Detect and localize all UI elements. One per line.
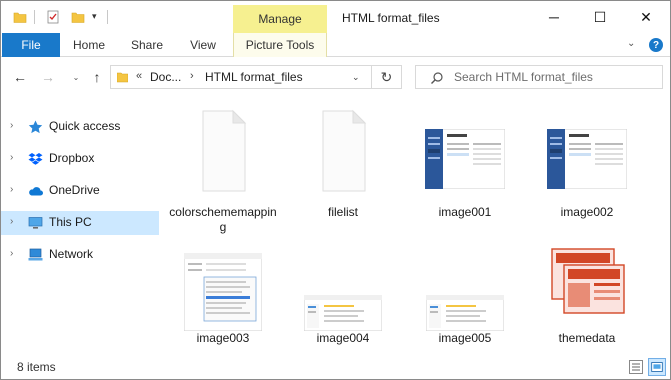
search-icon <box>431 72 443 84</box>
tab-share[interactable]: Share <box>121 33 173 57</box>
item-count: 8 items <box>17 360 56 374</box>
expand-chevron-icon[interactable]: › <box>10 248 13 259</box>
address-dropdown-icon[interactable]: ⌄ <box>352 72 360 83</box>
image-thumbnail-icon <box>426 295 504 331</box>
file-item[interactable]: image002 <box>532 101 642 223</box>
file-list: colorschememapping filelist image001 ima… <box>168 101 670 353</box>
image-thumbnail-icon <box>547 129 627 189</box>
theme-file-icon <box>551 248 625 314</box>
navigation-pane: › Quick access › Dropbox › OneDrive › Th… <box>1 107 160 347</box>
file-name: themedata <box>558 331 616 345</box>
tab-home[interactable]: Home <box>63 33 115 57</box>
recent-locations-button[interactable]: ⌄ <box>67 68 85 86</box>
image-thumbnail-icon <box>425 129 505 189</box>
sidebar-item-quick-access[interactable]: › Quick access <box>1 115 159 139</box>
image-thumbnail-icon <box>304 295 382 331</box>
file-item[interactable]: image005 <box>410 227 520 349</box>
sidebar-item-this-pc[interactable]: › This PC <box>1 211 159 235</box>
sidebar-item-onedrive[interactable]: › OneDrive <box>1 179 159 203</box>
file-name: image004 <box>316 331 370 345</box>
sidebar-item-dropbox[interactable]: › Dropbox <box>1 147 159 171</box>
dropbox-icon <box>28 153 43 165</box>
file-item[interactable]: themedata <box>532 227 642 349</box>
expand-chevron-icon[interactable]: › <box>10 120 13 131</box>
file-name: filelist <box>327 205 358 219</box>
address-bar[interactable]: « Doc... › HTML format_files ⌄ <box>110 65 372 89</box>
breadcrumb-overflow[interactable]: « <box>136 70 142 82</box>
sidebar-item-label: Dropbox <box>49 151 95 165</box>
search-box[interactable] <box>415 65 663 89</box>
file-item[interactable]: filelist <box>288 101 398 223</box>
file-item[interactable]: image004 <box>288 227 398 349</box>
pane-divider[interactable] <box>164 99 165 353</box>
qat-customize-icon[interactable]: ▾ <box>92 11 97 22</box>
details-view-icon[interactable] <box>628 359 644 375</box>
forward-button[interactable]: → <box>39 68 57 86</box>
tab-manage[interactable]: Manage <box>233 5 327 33</box>
file-explorer-window: ▾ Manage HTML format_files ─ ☐ ✕ File Ho… <box>0 0 671 380</box>
breadcrumb-documents[interactable]: Doc... <box>150 70 181 84</box>
tab-picture-tools[interactable]: Picture Tools <box>233 33 327 57</box>
expand-ribbon-icon[interactable]: ⌄ <box>627 38 635 49</box>
folder-icon <box>117 72 128 83</box>
expand-chevron-icon[interactable]: › <box>10 184 13 195</box>
status-bar: 8 items <box>1 355 670 379</box>
close-button[interactable]: ✕ <box>623 1 669 33</box>
sidebar-item-label: Network <box>49 247 94 261</box>
computer-icon <box>28 217 43 229</box>
file-item[interactable]: image001 <box>410 101 520 223</box>
properties-icon[interactable] <box>46 10 60 24</box>
sidebar-item-network[interactable]: › Network <box>1 243 159 267</box>
file-name: image001 <box>438 205 492 219</box>
tab-file[interactable]: File <box>2 33 60 57</box>
cloud-icon <box>29 187 43 196</box>
expand-chevron-icon[interactable]: › <box>10 152 13 163</box>
back-button[interactable]: ← <box>11 68 29 86</box>
title-bar: ▾ Manage HTML format_files ─ ☐ ✕ <box>1 1 670 33</box>
file-name: image005 <box>438 331 492 345</box>
up-button[interactable]: ↑ <box>88 68 106 86</box>
file-name: image002 <box>560 205 614 219</box>
qat-separator <box>34 10 35 24</box>
large-icons-view-icon[interactable] <box>648 358 666 376</box>
ribbon-tabs: File Home Share View Picture Tools ⌄ ? <box>1 33 670 57</box>
sidebar-item-label: This PC <box>49 215 92 229</box>
folder-icon[interactable] <box>13 10 27 24</box>
file-item[interactable]: colorschememapping <box>168 101 278 234</box>
expand-chevron-icon[interactable]: › <box>10 216 13 227</box>
new-folder-icon[interactable] <box>71 10 85 24</box>
maximize-button[interactable]: ☐ <box>577 1 623 33</box>
search-input[interactable] <box>454 69 654 85</box>
document-icon <box>322 109 367 192</box>
image-thumbnail-icon <box>184 253 262 331</box>
qat-separator <box>107 10 108 24</box>
star-icon <box>28 120 43 134</box>
window-title: HTML format_files <box>342 11 440 25</box>
navigation-bar: ← → ⌄ ↑ « Doc... › HTML format_files ⌄ ↻ <box>1 58 670 96</box>
sidebar-item-label: Quick access <box>49 119 121 133</box>
help-button[interactable]: ? <box>649 38 663 52</box>
breadcrumb-current-folder[interactable]: HTML format_files <box>205 70 303 84</box>
network-icon <box>28 248 43 261</box>
document-icon <box>202 109 247 192</box>
file-item[interactable]: image003 <box>168 227 278 349</box>
file-name: image003 <box>196 331 250 345</box>
sidebar-item-label: OneDrive <box>49 183 100 197</box>
breadcrumb-separator[interactable]: › <box>190 70 194 82</box>
refresh-button[interactable]: ↻ <box>372 65 402 89</box>
minimize-button[interactable]: ─ <box>531 1 577 33</box>
tab-view[interactable]: View <box>177 33 229 57</box>
